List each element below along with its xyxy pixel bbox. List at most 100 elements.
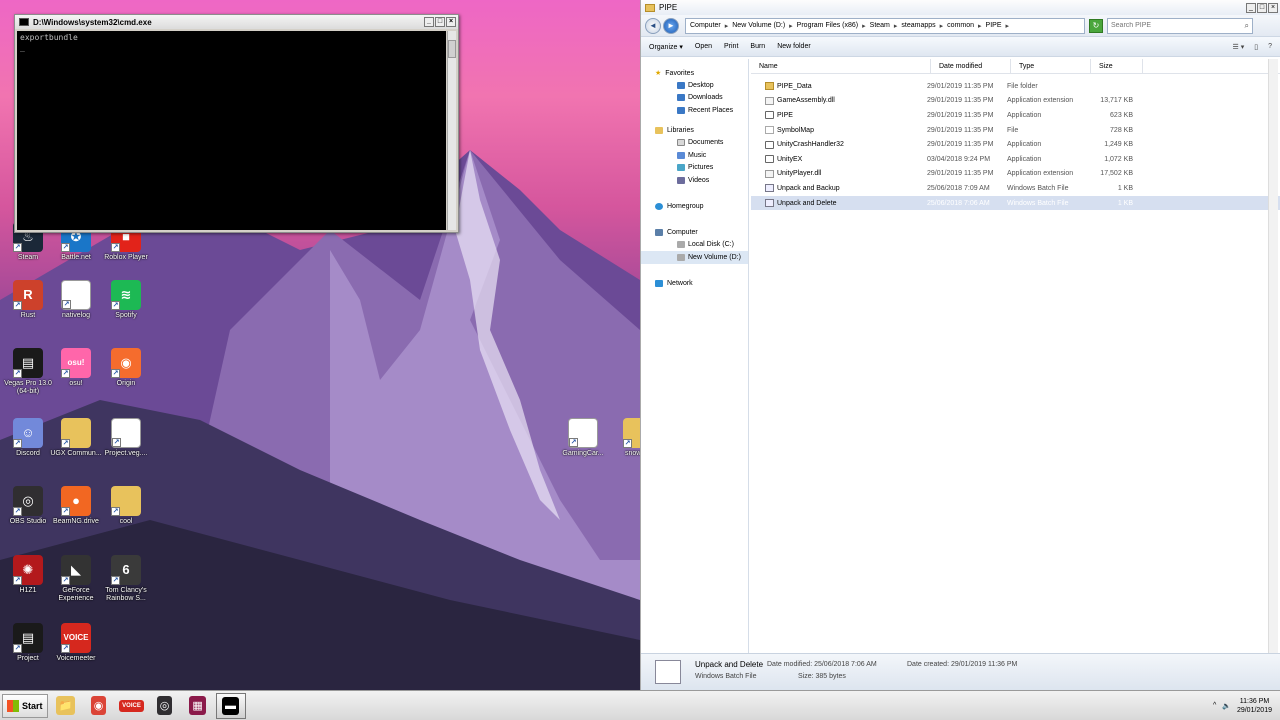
breadcrumb-chevron-icon[interactable]: ▸ [978,22,982,30]
file-row[interactable]: Unpack and Backup 25/06/2018 7:09 AM Windo… [751,181,1280,196]
taskbar-chrome-button[interactable]: ◉ [84,693,114,719]
desktop-icon[interactable]: ↗ Project.veg.... [98,418,154,458]
explorer-titlebar[interactable]: PIPE _ □ × [641,0,1280,15]
file-list[interactable]: Name Date modified Type Size PIPE_Data 29… [751,59,1280,653]
column-size[interactable]: Size [1091,59,1143,73]
desktop-icon[interactable]: ↗ snowb... [610,418,640,458]
minimize-button[interactable]: _ [1246,2,1256,13]
explorer-icon: 📁 [55,696,76,715]
close-button[interactable]: × [446,17,456,27]
desktop-icon[interactable]: ⊛ ↗ GamingCar... [555,418,611,458]
close-button[interactable]: × [1268,2,1278,13]
desktop-icon[interactable]: ↗ cool [98,486,154,526]
breadcrumb-chevron-icon[interactable]: ▸ [894,22,898,30]
breadcrumb-item[interactable]: Program Files (x86) [797,22,858,29]
desktop-icon[interactable]: ≋ ↗ Spotify [98,280,154,320]
start-button[interactable]: Start [2,693,48,718]
desktop-icon[interactable]: 6 ↗ Tom Clancy's Rainbow S... [98,555,154,603]
taskbar-cmd-button[interactable]: ▬ [215,692,246,719]
cmd-scrollbar[interactable] [447,31,456,230]
print-button[interactable]: Print [724,43,738,50]
nav-downloads[interactable]: Downloads [641,92,748,105]
clock-date: 29/01/2019 [1236,706,1272,714]
taskbar-winrar-button[interactable]: ▦ [183,693,213,719]
new-folder-button[interactable]: New folder [777,43,810,50]
nav-videos[interactable]: Videos [641,174,748,187]
breadcrumb-chevron-icon[interactable]: ▸ [940,22,944,30]
maximize-button[interactable]: □ [435,17,445,27]
nav-new-volume[interactable]: New Volume (D:) [641,251,748,264]
column-name[interactable]: Name [751,59,931,73]
view-options-icon[interactable]: ☰ ▾ [1233,43,1245,51]
taskbar-obs-button[interactable]: ◎ [150,693,180,719]
shortcut-arrow-icon: ↗ [111,576,120,585]
nav-pictures[interactable]: Pictures [641,162,748,175]
breadcrumb-chevron-icon[interactable]: ▸ [725,22,729,30]
nav-desktop[interactable]: Desktop [641,79,748,92]
desktop-icon[interactable]: osu! ↗ osu! [48,348,104,388]
shortcut-arrow-icon: ↗ [62,300,71,309]
explorer-window[interactable]: PIPE _ □ × ◄ ► Computer ▸ New Volume (D:) ▸… [640,0,1280,690]
search-input[interactable] [1111,22,1231,29]
file-list-scrollbar[interactable] [1268,59,1278,653]
file-row[interactable]: Unpack and Delete 25/06/2018 7:06 AM Windo… [751,195,1280,211]
column-date[interactable]: Date modified [931,59,1011,73]
help-icon[interactable]: ? [1268,43,1272,51]
breadcrumb-item[interactable]: PIPE [986,22,1002,29]
taskbar-voicemeeter-button[interactable]: VOICE [117,693,147,719]
search-box[interactable]: ⌕ [1107,17,1253,34]
column-type[interactable]: Type [1011,59,1091,73]
cmd-window[interactable]: D:\Windows\system32\cmd.exe _ □ × export… [14,14,459,233]
breadcrumb-item[interactable]: Steam [870,22,890,29]
file-name-cell: GameAssembly.dll [751,96,923,105]
file-row[interactable]: GameAssembly.dll 29/01/2019 11:35 PM Appli… [751,94,1280,109]
breadcrumb-chevron-icon[interactable]: ▸ [789,22,793,30]
console-output[interactable]: exportbundle _ [17,31,446,230]
nav-favorites[interactable]: ★ Favorites [641,67,748,79]
cmd-titlebar[interactable]: D:\Windows\system32\cmd.exe _ □ × [15,15,458,29]
nav-homegroup[interactable]: Homegroup [641,201,748,213]
file-row[interactable]: PIPE 29/01/2019 11:35 PM Application 623 KB [751,108,1280,123]
maximize-button[interactable]: □ [1257,2,1267,13]
breadcrumb[interactable]: Computer ▸ New Volume (D:) ▸ Program Files (… [685,17,1085,34]
desktop-icon[interactable]: VOICE ↗ Voicemeeter [48,623,104,663]
file-row[interactable]: SymbolMap 29/01/2019 11:35 PM File 728 KB [751,123,1280,138]
nav-music[interactable]: Music [641,149,748,162]
open-button[interactable]: Open [695,43,712,50]
breadcrumb-item[interactable]: New Volume (D:) [732,22,785,29]
organize-button[interactable]: Organize ▾ [649,43,683,51]
volume-icon[interactable]: 🔈 [1222,702,1231,710]
nav-network[interactable]: Network [641,278,748,290]
file-row[interactable]: PIPE_Data 29/01/2019 11:35 PM File folder [751,79,1280,94]
nav-computer[interactable]: Computer [641,227,748,239]
breadcrumb-item[interactable]: Computer [690,22,721,29]
preview-pane-icon[interactable]: ▯ [1254,43,1258,51]
refresh-button[interactable]: ↻ [1089,18,1103,33]
breadcrumb-item[interactable]: steamapps [901,22,935,29]
shortcut-arrow-icon: ↗ [623,439,632,448]
back-button[interactable]: ◄ [645,17,661,34]
breadcrumb-chevron-icon[interactable]: ▸ [862,22,866,30]
desktop-icon[interactable]: ● ↗ BeamNG.drive [48,486,104,526]
desktop-icon[interactable]: ↗ nativelog [48,280,104,320]
nav-documents[interactable]: Documents [641,137,748,150]
file-name-cell: UnityEX [751,155,923,164]
desktop-icon[interactable]: ↗ UGX Commun... [48,418,104,458]
file-row[interactable]: UnityCrashHandler32 29/01/2019 11:35 PM Ap… [751,137,1280,152]
desktop-icon[interactable]: ◉ ↗ Origin [98,348,154,388]
minimize-button[interactable]: _ [424,17,434,27]
desktop-icon[interactable]: ◣ ↗ GeForce Experience [48,555,104,603]
scroll-thumb[interactable] [448,40,456,58]
burn-button[interactable]: Burn [750,43,765,50]
nav-recent-places[interactable]: Recent Places [641,104,748,117]
clock[interactable]: 11:36 PM 29/01/2019 [1237,697,1272,715]
breadcrumb-chevron-icon[interactable]: ▸ [1005,22,1009,30]
file-row[interactable]: UnityPlayer.dll 29/01/2019 11:35 PM Applic… [751,167,1280,182]
tray-expand-icon[interactable]: ^ [1213,702,1216,709]
taskbar-explorer-button[interactable]: 📁 [51,693,81,719]
file-row[interactable]: UnityEX 03/04/2018 9:24 PM Application 1,07… [751,152,1280,167]
nav-libraries[interactable]: Libraries [641,125,748,137]
nav-local-disk[interactable]: Local Disk (C:) [641,239,748,252]
breadcrumb-item[interactable]: common [947,22,974,29]
forward-button[interactable]: ► [663,17,679,34]
